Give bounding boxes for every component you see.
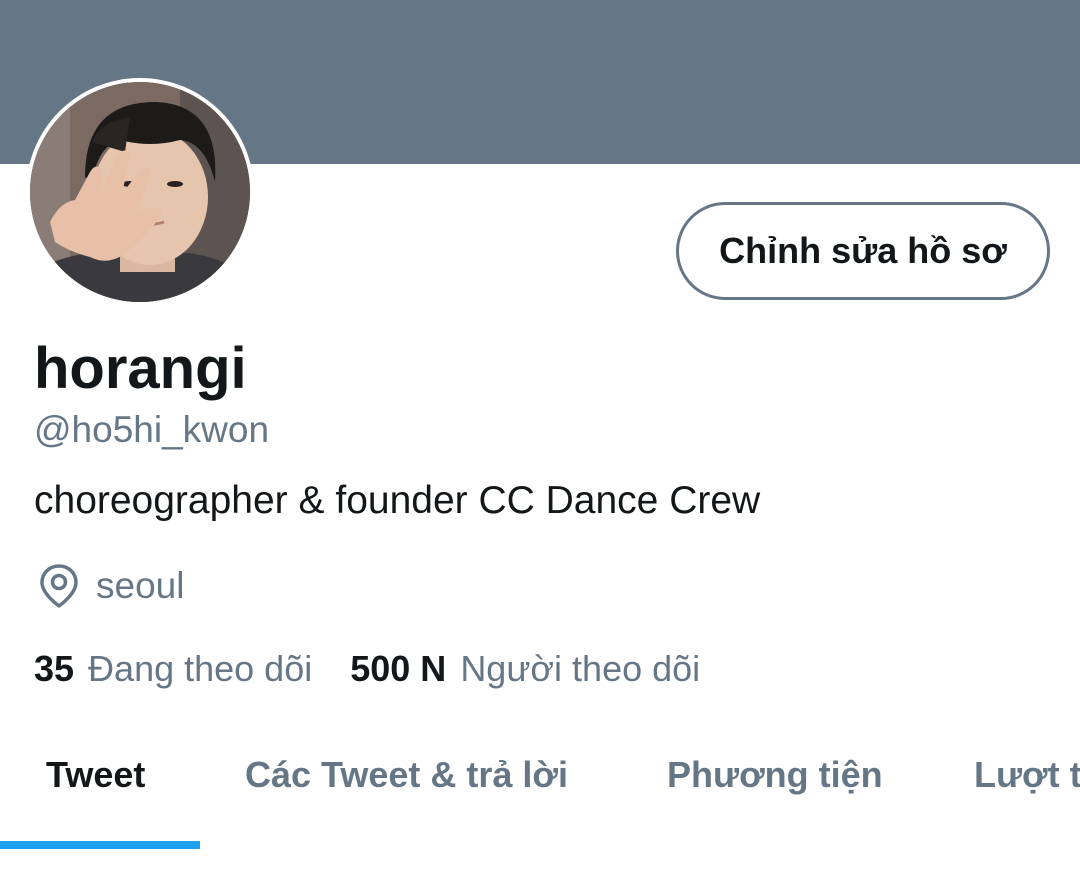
profile-bio: choreographer & founder CC Dance Crew (34, 479, 761, 522)
location-pin-icon (38, 563, 80, 609)
following-label: Đang theo dõi (88, 648, 313, 689)
avatar-photo (30, 82, 250, 302)
followers-count: 500 N (350, 648, 447, 689)
location-text: seoul (96, 565, 185, 606)
follow-stats: 35 Đang theo dõi 500 N Người theo dõi (34, 646, 700, 692)
followers-label: Người theo dõi (460, 648, 701, 689)
avatar[interactable] (26, 78, 254, 306)
tab-likes[interactable]: Lượt thích (974, 754, 1080, 796)
edit-profile-button[interactable]: Chỉnh sửa hồ sơ (676, 202, 1050, 300)
following-stat[interactable]: 35 Đang theo dõi (34, 648, 312, 690)
profile-page: Chỉnh sửa hồ sơ horangi @ho5hi_kwon chor… (0, 0, 1080, 887)
profile-tabs: Tweet Các Tweet & trả lời Phương tiện Lư… (0, 740, 1080, 850)
location-row: seoul (38, 562, 184, 610)
user-handle: @ho5hi_kwon (34, 409, 270, 450)
profile-photo-icon (30, 82, 250, 302)
display-name: horangi (34, 336, 247, 401)
following-count: 35 (34, 648, 75, 689)
tab-media[interactable]: Phương tiện (667, 754, 883, 796)
active-tab-indicator (0, 841, 200, 849)
tab-tweets-and-replies[interactable]: Các Tweet & trả lời (245, 754, 568, 796)
followers-stat[interactable]: 500 N Người theo dõi (350, 648, 700, 690)
tab-tweets[interactable]: Tweet (46, 754, 145, 796)
